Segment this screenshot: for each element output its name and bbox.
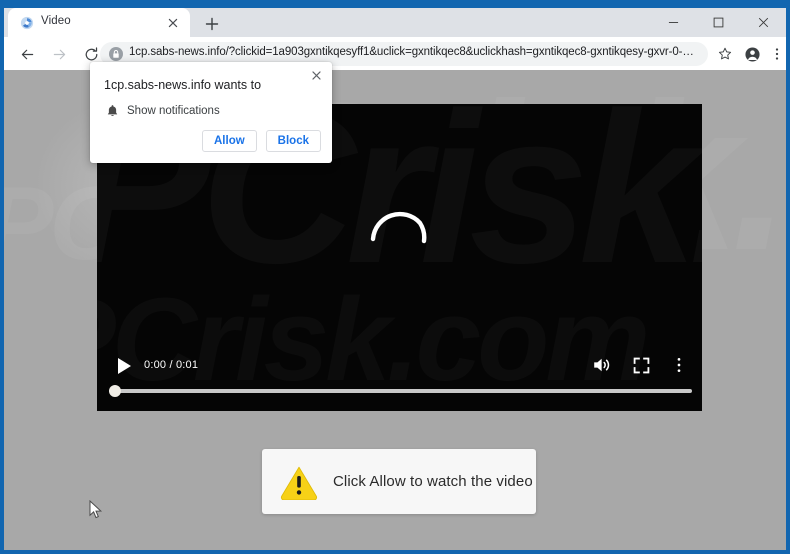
allow-button[interactable]: Allow (202, 130, 257, 152)
three-dot-menu-icon[interactable] (765, 42, 786, 66)
video-site-favicon (20, 16, 34, 30)
tab-title: Video (41, 15, 71, 27)
tab-close-icon[interactable] (166, 16, 180, 30)
address-bar-url: 1cp.sabs-news.info/?clickid=1a903gxntikq… (129, 46, 694, 58)
loading-spinner-icon (368, 201, 430, 263)
warning-triangle-icon (279, 464, 319, 500)
profile-avatar-icon[interactable] (740, 42, 764, 66)
maximize-button[interactable] (696, 8, 741, 37)
browser-window: Video 1cp.sabs-news.info/?clickid=1a903g… (0, 0, 790, 554)
bell-icon (106, 104, 119, 118)
window-controls (651, 8, 786, 37)
popup-option-label: Show notifications (127, 105, 220, 117)
browser-tab[interactable]: Video (8, 8, 190, 37)
video-right-controls (591, 354, 688, 376)
video-progress-bar[interactable] (109, 385, 692, 397)
allow-prompt-banner: Click Allow to watch the video (262, 449, 536, 514)
allow-prompt-text: Click Allow to watch the video (333, 473, 533, 490)
volume-icon[interactable] (591, 354, 613, 376)
play-icon[interactable] (113, 355, 135, 377)
minimize-button[interactable] (651, 8, 696, 37)
video-controls: 0:00 / 0:01 (97, 349, 702, 411)
forward-arrow-icon[interactable] (47, 42, 71, 66)
video-progress-handle[interactable] (109, 385, 121, 397)
title-bar: Video (4, 4, 786, 37)
new-tab-button[interactable] (202, 14, 222, 34)
video-time-display: 0:00 / 0:01 (144, 359, 199, 371)
block-button[interactable]: Block (265, 130, 321, 152)
popup-actions: Allow Block (202, 130, 321, 152)
bookmark-star-icon[interactable] (713, 42, 737, 66)
notification-permission-popup: 1cp.sabs-news.info wants to Show notific… (90, 62, 332, 163)
video-progress-track (109, 389, 692, 393)
mouse-cursor (89, 499, 103, 520)
video-settings-three-dot-menu-icon[interactable] (670, 356, 688, 374)
close-button[interactable] (741, 8, 786, 37)
popup-close-icon[interactable] (310, 69, 324, 83)
fullscreen-icon[interactable] (632, 356, 651, 375)
back-arrow-icon[interactable] (15, 42, 39, 66)
lock-icon (109, 47, 123, 61)
popup-title: 1cp.sabs-news.info wants to (104, 78, 262, 92)
